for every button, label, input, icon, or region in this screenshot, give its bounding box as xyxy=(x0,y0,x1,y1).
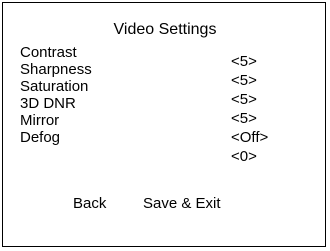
contrast-label[interactable]: Contrast xyxy=(20,44,92,61)
sharpness-label[interactable]: Sharpness xyxy=(20,61,92,78)
contrast-value[interactable]: <5> xyxy=(231,52,268,71)
settings-labels: Contrast Sharpness Saturation 3D DNR Mir… xyxy=(20,44,92,146)
back-button[interactable]: Back xyxy=(73,195,106,212)
3d-dnr-value[interactable]: <5> xyxy=(231,109,268,128)
defog-value[interactable]: <0> xyxy=(231,147,268,166)
saturation-label[interactable]: Saturation xyxy=(20,78,92,95)
3d-dnr-label[interactable]: 3D DNR xyxy=(20,95,92,112)
mirror-label[interactable]: Mirror xyxy=(20,112,92,129)
saturation-value[interactable]: <5> xyxy=(231,90,268,109)
sharpness-value[interactable]: <5> xyxy=(231,71,268,90)
save-exit-button[interactable]: Save & Exit xyxy=(143,195,221,212)
mirror-value[interactable]: <Off> xyxy=(231,128,268,147)
defog-label[interactable]: Defog xyxy=(20,129,92,146)
settings-values: <5> <5> <5> <5> <Off> <0> xyxy=(231,52,268,166)
menu-title: Video Settings xyxy=(113,21,217,38)
